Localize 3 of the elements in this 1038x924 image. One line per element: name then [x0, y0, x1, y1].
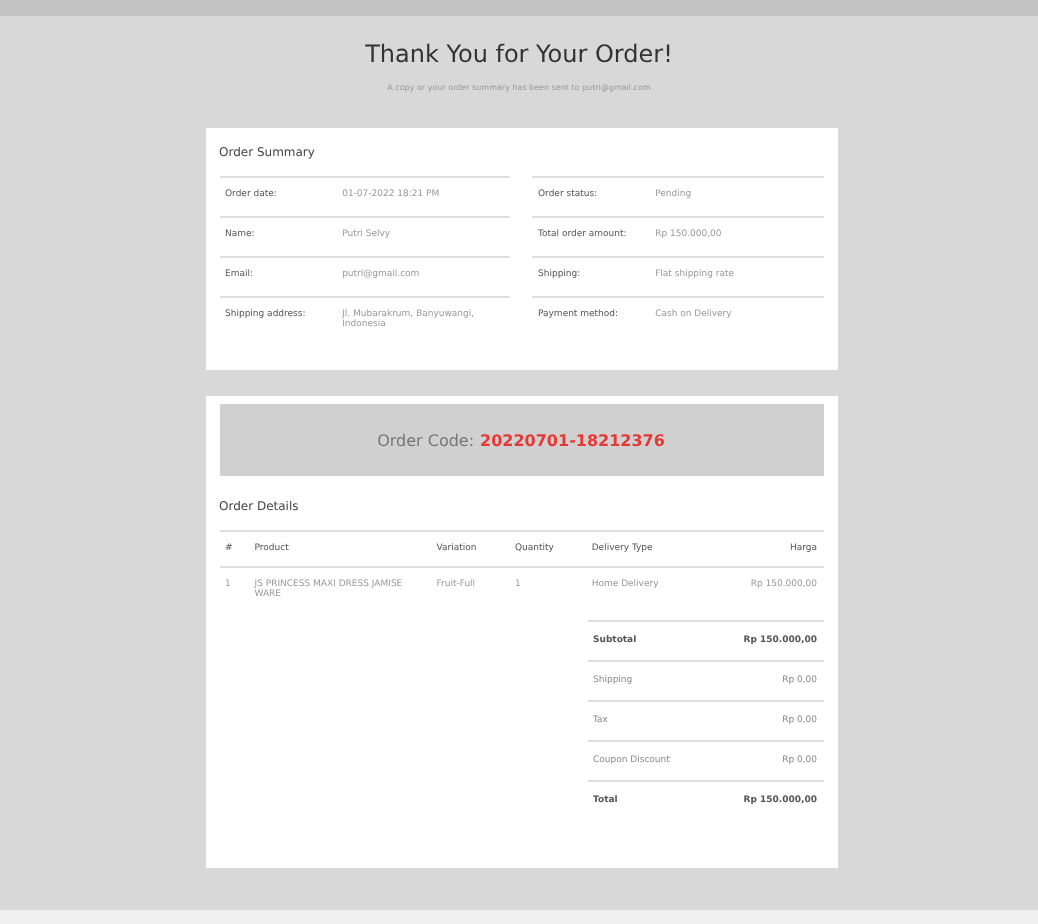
- page-title: Thank You for Your Order!: [365, 40, 673, 68]
- order-code-label: Order Code:: [377, 431, 475, 449]
- order-code: 20220701-18212376: [480, 431, 665, 449]
